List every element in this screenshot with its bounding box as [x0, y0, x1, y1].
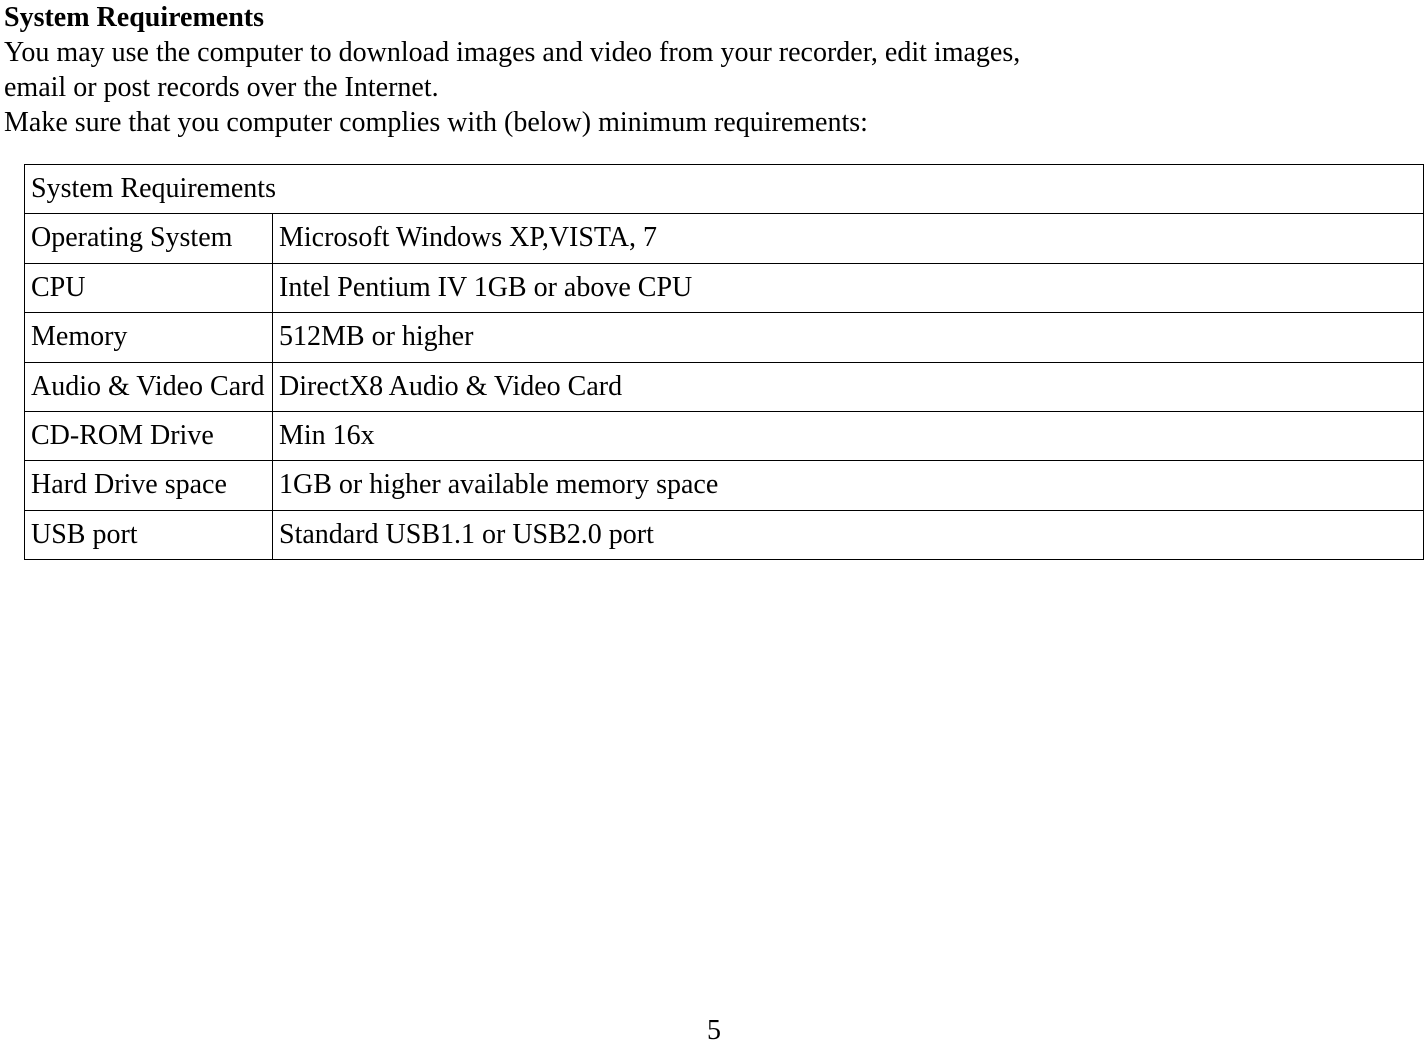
table-row: USB port Standard USB1.1 or USB2.0 port [25, 510, 1424, 559]
intro-text-line-1: You may use the computer to download ima… [4, 35, 1424, 70]
table-header-cell: System Requirements [25, 165, 1424, 214]
page-number: 5 [0, 1015, 1428, 1047]
table-header-row: System Requirements [25, 165, 1424, 214]
table-value-cell: Microsoft Windows XP,VISTA, 7 [273, 214, 1424, 263]
table-row: Audio & Video Card DirectX8 Audio & Vide… [25, 362, 1424, 411]
intro-text-line-2: email or post records over the Internet. [4, 70, 1424, 105]
table-value-cell: DirectX8 Audio & Video Card [273, 362, 1424, 411]
table-value-cell: Min 16x [273, 411, 1424, 460]
table-label-cell: Memory [25, 313, 273, 362]
table-row: CD-ROM Drive Min 16x [25, 411, 1424, 460]
table-label-cell: CD-ROM Drive [25, 411, 273, 460]
table-label-cell: CPU [25, 263, 273, 312]
table-row: Hard Drive space 1GB or higher available… [25, 461, 1424, 510]
table-row: Memory 512MB or higher [25, 313, 1424, 362]
table-row: CPU Intel Pentium IV 1GB or above CPU [25, 263, 1424, 312]
table-label-cell: Hard Drive space [25, 461, 273, 510]
intro-text-line-3: Make sure that you computer complies wit… [4, 105, 1424, 140]
requirements-table: System Requirements Operating System Mic… [24, 164, 1424, 560]
table-value-cell: Standard USB1.1 or USB2.0 port [273, 510, 1424, 559]
table-label-cell: Operating System [25, 214, 273, 263]
table-row: Operating System Microsoft Windows XP,VI… [25, 214, 1424, 263]
section-heading: System Requirements [4, 0, 1424, 35]
table-label-cell: USB port [25, 510, 273, 559]
table-value-cell: Intel Pentium IV 1GB or above CPU [273, 263, 1424, 312]
table-value-cell: 1GB or higher available memory space [273, 461, 1424, 510]
table-label-cell: Audio & Video Card [25, 362, 273, 411]
table-value-cell: 512MB or higher [273, 313, 1424, 362]
